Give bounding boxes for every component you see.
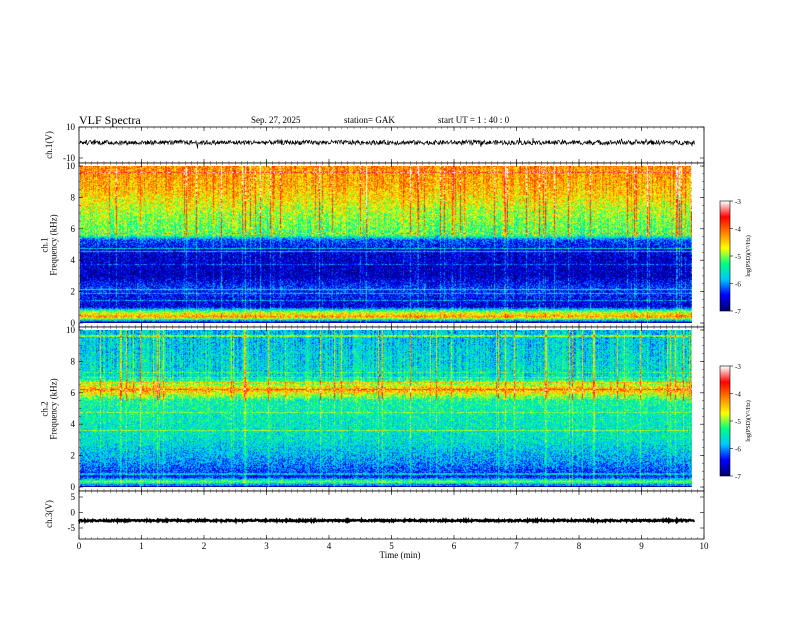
- station-label: station= GAK: [344, 115, 395, 125]
- x-axis-label: Time (min): [380, 550, 421, 560]
- ch2-colorbar: [720, 366, 730, 476]
- y-axis-label: Frequency (kHz): [49, 378, 59, 439]
- colorbar-label: log(PSD)(V²/Hz): [745, 235, 752, 276]
- y-tick-label: 0: [71, 482, 76, 492]
- figure-canvas: VLF Spectra Sep. 27, 2025 station= GAK s…: [40, 113, 753, 560]
- colorbar-tick-label: -4: [735, 391, 741, 399]
- x-tick-label: 8: [577, 541, 582, 551]
- colorbar-tick-label: -5: [735, 418, 741, 426]
- ch2-spectrogram-image: [80, 330, 692, 487]
- x-tick-label: 2: [202, 541, 207, 551]
- vlf-spectra-figure: VLF Spectra Sep. 27, 2025 station= GAK s…: [0, 0, 792, 612]
- date-label: Sep. 27, 2025: [251, 115, 301, 125]
- x-tick-label: 9: [639, 541, 644, 551]
- ch3-voltage-panel: [78, 490, 705, 540]
- colorbar-tick-label: -4: [735, 226, 741, 234]
- colorbar-tick-label: -6: [735, 446, 741, 454]
- y-axis-label: ch.3(V): [44, 500, 54, 528]
- y-tick-label: 0: [71, 508, 76, 518]
- colorbar-tick-label: -7: [735, 308, 741, 316]
- y-tick-label: 8: [71, 356, 76, 366]
- y-tick-label: -5: [68, 523, 76, 533]
- y-tick-label: 5: [71, 492, 76, 502]
- colorbar-tick-label: -7: [735, 473, 741, 481]
- colorbar-tick-label: -5: [735, 253, 741, 261]
- y-tick-label: 4: [71, 255, 76, 265]
- y-axis-label: Frequency (kHz): [49, 214, 59, 275]
- x-tick-label: 6: [452, 541, 457, 551]
- x-tick-label: 1: [139, 541, 144, 551]
- y-tick-label: 2: [71, 287, 76, 297]
- x-tick-label: 0: [77, 541, 82, 551]
- colorbar-label: log(PSD)(V²/Hz): [745, 400, 752, 441]
- y-tick-label: 2: [71, 451, 76, 461]
- y-tick-label: 10: [66, 325, 76, 335]
- ch1-spectrogram-image: [80, 166, 692, 323]
- ch1-voltage-panel: [78, 126, 705, 164]
- y-tick-label: 10: [66, 161, 76, 171]
- start-time-label: start UT = 1 : 40 : 0: [438, 115, 510, 125]
- x-tick-label: 10: [700, 541, 710, 551]
- y-axis-label: ch.1(V): [44, 131, 54, 159]
- x-tick-label: 4: [327, 541, 332, 551]
- y-tick-label: 4: [71, 419, 76, 429]
- y-tick-label: 10: [66, 122, 76, 132]
- figure-title: VLF Spectra: [79, 113, 141, 127]
- ch3-voltage-trace: [77, 516, 695, 525]
- x-tick-label: 3: [264, 541, 269, 551]
- colorbar-tick-label: -6: [735, 281, 741, 289]
- ch1-colorbar: [720, 201, 730, 311]
- y-tick-label: 6: [71, 388, 76, 398]
- colorbar-tick-label: -3: [735, 198, 741, 206]
- colorbar-tick-label: -3: [735, 363, 741, 371]
- x-tick-label: 7: [514, 541, 519, 551]
- y-tick-label: 6: [71, 224, 76, 234]
- y-tick-label: 8: [71, 192, 76, 202]
